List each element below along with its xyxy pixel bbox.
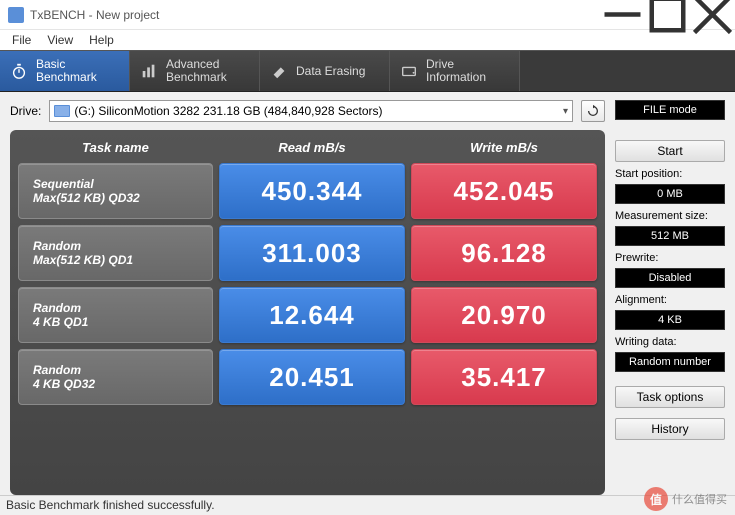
header-read: Read mB/s <box>219 138 405 157</box>
refresh-button[interactable] <box>581 100 605 122</box>
read-value: 450.344 <box>219 163 405 219</box>
tab-data-erasing[interactable]: Data Erasing <box>260 51 390 91</box>
drive-icon <box>400 62 418 80</box>
start-position-value[interactable]: 0 MB <box>615 184 725 204</box>
prewrite-label: Prewrite: <box>615 252 725 264</box>
drive-label: Drive: <box>10 104 41 118</box>
task-options-button[interactable]: Task options <box>615 386 725 408</box>
task-cell[interactable]: Random 4 KB QD32 <box>18 349 213 405</box>
task-cell[interactable]: Sequential Max(512 KB) QD32 <box>18 163 213 219</box>
minimize-button[interactable] <box>600 0 645 30</box>
result-row: Random Max(512 KB) QD1 311.003 96.128 <box>18 225 597 281</box>
results-header: Task name Read mB/s Write mB/s <box>18 138 597 157</box>
read-value: 311.003 <box>219 225 405 281</box>
task-name: Random <box>33 239 212 253</box>
tab-label: Data Erasing <box>296 64 365 78</box>
write-value: 20.970 <box>411 287 597 343</box>
tab-label: Drive Information <box>426 58 486 84</box>
stopwatch-icon <box>10 62 28 80</box>
alignment-label: Alignment: <box>615 294 725 306</box>
tab-label: Basic Benchmark <box>36 58 97 84</box>
write-value: 452.045 <box>411 163 597 219</box>
header-task: Task name <box>18 138 213 157</box>
tab-label: Advanced Benchmark <box>166 58 227 84</box>
write-value: 96.128 <box>411 225 597 281</box>
disk-icon <box>54 105 70 117</box>
task-sub: Max(512 KB) QD1 <box>33 253 212 267</box>
watermark: 值 什么值得买 <box>644 487 727 511</box>
menu-file[interactable]: File <box>4 31 39 49</box>
statusbar: Basic Benchmark finished successfully. <box>0 495 735 515</box>
bars-icon <box>140 62 158 80</box>
erase-icon <box>270 62 288 80</box>
result-row: Random 4 KB QD1 12.644 20.970 <box>18 287 597 343</box>
tab-advanced-benchmark[interactable]: Advanced Benchmark <box>130 51 260 91</box>
window-title: TxBENCH - New project <box>30 8 600 22</box>
task-sub: Max(512 KB) QD32 <box>33 191 212 205</box>
read-value: 20.451 <box>219 349 405 405</box>
alignment-value[interactable]: 4 KB <box>615 310 725 330</box>
start-button[interactable]: Start <box>615 140 725 162</box>
task-name: Random <box>33 363 212 377</box>
history-button[interactable]: History <box>615 418 725 440</box>
measurement-size-value[interactable]: 512 MB <box>615 226 725 246</box>
drive-select[interactable]: (G:) SiliconMotion 3282 231.18 GB (484,8… <box>49 100 573 122</box>
left-panel: Drive: (G:) SiliconMotion 3282 231.18 GB… <box>10 100 605 495</box>
tab-basic-benchmark[interactable]: Basic Benchmark <box>0 51 130 91</box>
write-value: 35.417 <box>411 349 597 405</box>
task-name: Random <box>33 301 212 315</box>
tab-drive-information[interactable]: Drive Information <box>390 51 520 91</box>
menu-help[interactable]: Help <box>81 31 122 49</box>
writing-data-label: Writing data: <box>615 336 725 348</box>
tabstrip: Basic Benchmark Advanced Benchmark Data … <box>0 50 735 92</box>
app-icon <box>8 7 24 23</box>
results-panel: Task name Read mB/s Write mB/s Sequentia… <box>10 130 605 495</box>
header-write: Write mB/s <box>411 138 597 157</box>
measurement-size-label: Measurement size: <box>615 210 725 222</box>
sidebar: FILE mode Start Start position: 0 MB Mea… <box>615 100 725 495</box>
drive-value: (G:) SiliconMotion 3282 231.18 GB (484,8… <box>74 104 382 118</box>
status-text: Basic Benchmark finished successfully. <box>6 498 215 512</box>
menu-view[interactable]: View <box>39 31 81 49</box>
task-name: Sequential <box>33 177 212 191</box>
file-mode-button[interactable]: FILE mode <box>615 100 725 120</box>
task-sub: 4 KB QD1 <box>33 315 212 329</box>
maximize-button[interactable] <box>645 0 690 30</box>
result-row: Random 4 KB QD32 20.451 35.417 <box>18 349 597 405</box>
start-position-label: Start position: <box>615 168 725 180</box>
titlebar: TxBENCH - New project <box>0 0 735 30</box>
content: Drive: (G:) SiliconMotion 3282 231.18 GB… <box>0 92 735 495</box>
result-row: Sequential Max(512 KB) QD32 450.344 452.… <box>18 163 597 219</box>
task-cell[interactable]: Random Max(512 KB) QD1 <box>18 225 213 281</box>
watermark-text: 什么值得买 <box>672 491 727 507</box>
close-button[interactable] <box>690 0 735 30</box>
drive-row: Drive: (G:) SiliconMotion 3282 231.18 GB… <box>10 100 605 122</box>
chevron-down-icon: ▾ <box>563 106 568 117</box>
writing-data-value[interactable]: Random number <box>615 352 725 372</box>
task-cell[interactable]: Random 4 KB QD1 <box>18 287 213 343</box>
watermark-logo-icon: 值 <box>644 487 668 511</box>
task-sub: 4 KB QD32 <box>33 377 212 391</box>
read-value: 12.644 <box>219 287 405 343</box>
prewrite-value[interactable]: Disabled <box>615 268 725 288</box>
